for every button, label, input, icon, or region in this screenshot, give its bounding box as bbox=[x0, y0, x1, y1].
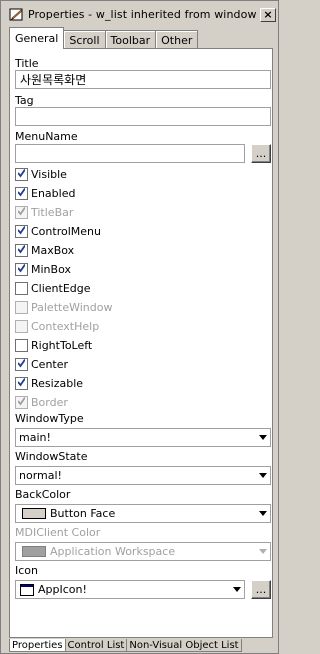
checkbox-contexthelp: ContextHelp bbox=[15, 318, 99, 334]
backcolor-dropdown[interactable]: Button Face bbox=[15, 504, 271, 523]
mdiclient-value: Application Workspace bbox=[50, 545, 176, 558]
checkbox-minbox[interactable]: MinBox bbox=[15, 261, 71, 277]
checkbox-box bbox=[15, 281, 28, 295]
checkbox-box bbox=[15, 300, 28, 314]
app-icon bbox=[20, 583, 34, 596]
checkbox-box bbox=[15, 395, 28, 409]
tab-non-visual-object-list[interactable]: Non-Visual Object List bbox=[126, 639, 242, 652]
dropdown-arrow-icon bbox=[259, 549, 267, 554]
tab-properties[interactable]: Properties bbox=[9, 639, 66, 652]
icon-value: AppIcon! bbox=[38, 583, 87, 596]
checkbox-label: RightToLeft bbox=[31, 338, 93, 352]
general-page: Title 사원목록화면 Tag MenuName ... Visible En… bbox=[9, 48, 273, 638]
checkbox-label: Resizable bbox=[31, 376, 84, 390]
checkbox-box bbox=[15, 205, 28, 219]
checkbox-box bbox=[15, 186, 28, 200]
checkbox-label: TitleBar bbox=[31, 205, 74, 219]
checkbox-label: Enabled bbox=[31, 186, 76, 200]
tag-label: Tag bbox=[15, 94, 34, 107]
checkbox-box bbox=[15, 167, 28, 181]
windowtype-value: main! bbox=[19, 431, 51, 444]
icon-browse-button[interactable]: ... bbox=[251, 580, 271, 599]
checkbox-righttoleft[interactable]: RightToLeft bbox=[15, 337, 92, 353]
windowtype-label: WindowType bbox=[15, 412, 84, 425]
icon-label: Icon bbox=[15, 564, 38, 577]
checkbox-label: Visible bbox=[31, 167, 67, 181]
close-button[interactable]: × bbox=[260, 7, 276, 22]
checkbox-palettewindow: PaletteWindow bbox=[15, 299, 112, 315]
checkbox-label: MaxBox bbox=[31, 243, 75, 257]
checkbox-titlebar: TitleBar bbox=[15, 204, 73, 220]
checkbox-box bbox=[15, 243, 28, 257]
dropdown-arrow-icon bbox=[259, 435, 267, 440]
title-field[interactable]: 사원목록화면 bbox=[15, 70, 271, 89]
properties-panel: Properties - w_list inherited from windo… bbox=[0, 0, 279, 654]
menuname-field[interactable] bbox=[15, 144, 245, 163]
checkbox-center[interactable]: Center bbox=[15, 356, 68, 372]
checkbox-box bbox=[15, 224, 28, 238]
title-label: Title bbox=[15, 57, 39, 70]
tab-strip: General Scroll Toolbar Other bbox=[9, 27, 199, 49]
windowstate-value: normal! bbox=[19, 469, 62, 482]
dropdown-arrow-icon bbox=[259, 511, 267, 516]
checkbox-label: Border bbox=[31, 395, 68, 409]
mdiclient-label: MDIClient Color bbox=[15, 526, 101, 539]
title-bar: Properties - w_list inherited from windo… bbox=[3, 5, 278, 24]
tab-control-list[interactable]: Control List bbox=[64, 639, 128, 652]
checkbox-enabled[interactable]: Enabled bbox=[15, 185, 75, 201]
mdiclient-dropdown: Application Workspace bbox=[15, 542, 271, 561]
windowstate-dropdown[interactable]: normal! bbox=[15, 466, 271, 485]
properties-icon bbox=[9, 7, 25, 23]
checkbox-label: MinBox bbox=[31, 262, 71, 276]
checkbox-box bbox=[15, 338, 28, 352]
tag-field[interactable] bbox=[15, 107, 271, 126]
backcolor-value: Button Face bbox=[50, 507, 116, 520]
checkbox-clientedge[interactable]: ClientEdge bbox=[15, 280, 91, 296]
checkbox-box bbox=[15, 357, 28, 371]
checkbox-maxbox[interactable]: MaxBox bbox=[15, 242, 74, 258]
checkbox-resizable[interactable]: Resizable bbox=[15, 375, 83, 391]
dropdown-arrow-icon bbox=[233, 587, 241, 592]
checkbox-border: Border bbox=[15, 394, 68, 410]
checkbox-label: ClientEdge bbox=[31, 281, 91, 295]
tab-scroll[interactable]: Scroll bbox=[63, 30, 106, 49]
bottom-tab-strip: Properties Control List Non-Visual Objec… bbox=[9, 639, 242, 653]
checkbox-box bbox=[15, 262, 28, 276]
tab-general[interactable]: General bbox=[9, 27, 65, 49]
checkbox-box bbox=[15, 319, 28, 333]
checkbox-controlmenu[interactable]: ControlMenu bbox=[15, 223, 101, 239]
menuname-browse-button[interactable]: ... bbox=[251, 144, 271, 163]
checkbox-label: Center bbox=[31, 357, 69, 371]
icon-dropdown[interactable]: AppIcon! bbox=[15, 580, 245, 599]
checkbox-visible[interactable]: Visible bbox=[15, 166, 67, 182]
tab-toolbar[interactable]: Toolbar bbox=[104, 30, 157, 49]
color-swatch bbox=[22, 508, 46, 519]
window-title: Properties - w_list inherited from windo… bbox=[28, 8, 257, 21]
dropdown-arrow-icon bbox=[259, 473, 267, 478]
checkbox-box bbox=[15, 376, 28, 390]
windowstate-label: WindowState bbox=[15, 450, 88, 463]
windowtype-dropdown[interactable]: main! bbox=[15, 428, 271, 447]
checkbox-label: PaletteWindow bbox=[31, 300, 113, 314]
backcolor-label: BackColor bbox=[15, 488, 71, 501]
tab-other[interactable]: Other bbox=[155, 30, 199, 49]
color-swatch bbox=[22, 546, 46, 557]
checkbox-label: ContextHelp bbox=[31, 319, 100, 333]
checkbox-label: ControlMenu bbox=[31, 224, 101, 238]
menuname-label: MenuName bbox=[15, 130, 78, 143]
